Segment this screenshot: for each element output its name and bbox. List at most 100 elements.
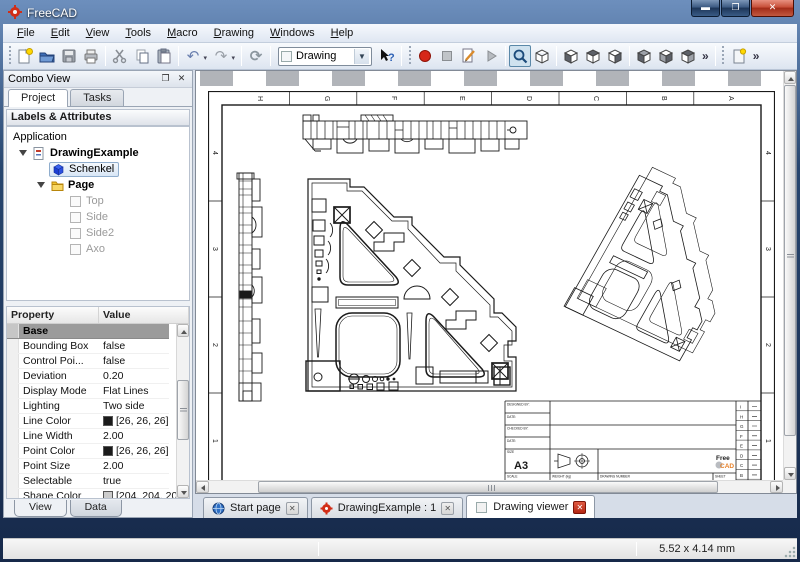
property-row[interactable]: Line Color[26, 26, 26] [7, 414, 169, 429]
close-tab-icon[interactable]: ✕ [573, 501, 586, 514]
macro-stop-button[interactable] [436, 45, 458, 67]
toolbar-handle[interactable] [7, 46, 12, 66]
property-editor: Property Value Base Bounding Boxfalse Co… [6, 306, 190, 499]
scroll-right-button[interactable] [770, 481, 783, 493]
open-document-button[interactable] [36, 45, 58, 67]
property-scrollbar[interactable] [176, 324, 189, 498]
property-row[interactable]: Bounding Boxfalse [7, 339, 169, 354]
toolbar-overflow-chevron[interactable]: » [699, 49, 712, 63]
property-row[interactable]: Point Color[26, 26, 26] [7, 444, 169, 459]
tab-data[interactable]: Data [70, 500, 122, 517]
property-row[interactable]: LightingTwo side [7, 399, 169, 414]
whats-this-button[interactable]: ? [376, 45, 398, 67]
macro-run-button[interactable] [480, 45, 502, 67]
tree-item-axo[interactable]: Axo [7, 241, 189, 257]
expander-icon[interactable] [19, 150, 27, 156]
property-row[interactable]: Shape Color[204, 204, 204] [7, 489, 169, 499]
combo-dropdown-arrow[interactable]: ▼ [354, 49, 369, 64]
view-right-button[interactable] [604, 45, 626, 67]
view-bottom-button[interactable] [655, 45, 677, 67]
toolbar-handle-macro[interactable] [407, 46, 412, 66]
scroll-down-button[interactable] [177, 485, 189, 498]
scroll-up-button[interactable] [784, 71, 796, 84]
property-row[interactable]: Point Size2.00 [7, 459, 169, 474]
print-button[interactable] [80, 45, 102, 67]
scroll-thumb[interactable] [177, 380, 189, 440]
dock-title-bar[interactable]: Combo View ❐ ✕ [4, 71, 192, 88]
tree-item-drawingexample[interactable]: DrawingExample [7, 145, 189, 161]
tab-start-page[interactable]: Start page ✕ [203, 497, 308, 518]
workbench-selector[interactable]: Drawing ▼ [278, 47, 372, 66]
drawing-viewer[interactable]: H G F E D C B A H G F E [195, 70, 797, 494]
tree-item-schenkel[interactable]: Schenkel [7, 161, 189, 177]
scroll-down-button[interactable] [784, 467, 796, 480]
close-tab-icon[interactable]: ✕ [286, 502, 299, 515]
tab-tasks[interactable]: Tasks [70, 89, 124, 106]
menu-help[interactable]: Help [323, 25, 362, 41]
tree-item-top[interactable]: Top [7, 193, 189, 209]
new-document-button[interactable] [14, 45, 36, 67]
view-left-button[interactable] [677, 45, 699, 67]
macro-record-button[interactable] [414, 45, 436, 67]
menu-edit[interactable]: Edit [43, 25, 78, 41]
tab-view[interactable]: View [14, 500, 67, 517]
property-row[interactable]: Selectabletrue [7, 474, 169, 489]
svg-text:Free: Free [716, 455, 730, 462]
view-front-button[interactable] [560, 45, 582, 67]
save-document-button[interactable] [58, 45, 80, 67]
close-tab-icon[interactable]: ✕ [441, 502, 454, 515]
undo-button[interactable]: ↶▾ [182, 45, 204, 67]
value-column-header[interactable]: Value [99, 307, 189, 323]
property-row[interactable]: Display ModeFlat Lines [7, 384, 169, 399]
tab-drawingexample[interactable]: DrawingExample : 1 ✕ [311, 497, 463, 518]
menu-windows[interactable]: Windows [262, 25, 323, 41]
menu-view[interactable]: View [78, 25, 118, 41]
tree-item-side[interactable]: Side [7, 209, 189, 225]
vertical-scrollbar[interactable] [783, 71, 796, 480]
tab-project[interactable]: Project [8, 89, 68, 107]
svg-text:A: A [727, 96, 734, 101]
vertical-scroll-thumb[interactable] [784, 85, 796, 436]
paste-button[interactable] [153, 45, 175, 67]
resize-grip[interactable] [784, 546, 796, 558]
tree-item-page[interactable]: Page [7, 177, 189, 193]
property-row[interactable]: Deviation0.20 [7, 369, 169, 384]
property-group-base[interactable]: Base [7, 324, 169, 339]
toolbar-handle-drawing[interactable] [721, 46, 726, 66]
property-row[interactable]: Line Width2.00 [7, 429, 169, 444]
combo-view-panel: Combo View ❐ ✕ Project Tasks Labels & At… [3, 70, 193, 518]
macro-edit-button[interactable] [458, 45, 480, 67]
cut-button[interactable] [109, 45, 131, 67]
dock-close-icon[interactable]: ✕ [175, 72, 188, 85]
redo-button[interactable]: ↷▾ [210, 45, 232, 67]
view-axonometric-button[interactable] [531, 45, 553, 67]
minimize-button[interactable]: ▬ [691, 0, 720, 17]
toolbar-overflow-chevron-2[interactable]: » [750, 49, 763, 63]
expander-icon[interactable] [37, 182, 45, 188]
property-column-header[interactable]: Property [7, 307, 99, 323]
title-bar[interactable]: FreeCAD ▬ ❐ ✕ [0, 0, 800, 24]
menu-macro[interactable]: Macro [159, 25, 206, 41]
property-row[interactable]: Control Poi...false [7, 354, 169, 369]
tree-item-side2[interactable]: Side2 [7, 225, 189, 241]
view-top-button[interactable] [582, 45, 604, 67]
maximize-button[interactable]: ❐ [721, 0, 750, 17]
new-drawing-page-button[interactable] [728, 45, 750, 67]
scroll-left-button[interactable] [196, 481, 209, 493]
menu-drawing[interactable]: Drawing [206, 25, 262, 41]
tree-root-application[interactable]: Application [7, 129, 189, 145]
dock-bottom-tabs: View Data [4, 500, 192, 517]
save-icon [60, 47, 78, 65]
menu-tools[interactable]: Tools [117, 25, 159, 41]
fit-all-button[interactable] [509, 45, 531, 67]
scroll-up-button[interactable] [177, 324, 189, 337]
close-button[interactable]: ✕ [751, 0, 794, 17]
view-rear-button[interactable] [633, 45, 655, 67]
copy-button[interactable] [131, 45, 153, 67]
horizontal-scroll-thumb[interactable] [258, 481, 718, 493]
tab-drawing-viewer[interactable]: Drawing viewer ✕ [466, 495, 595, 518]
horizontal-scrollbar[interactable] [196, 480, 783, 493]
dock-float-icon[interactable]: ❐ [159, 72, 172, 85]
menu-file[interactable]: File [9, 25, 43, 41]
refresh-button[interactable]: ⟳ [245, 45, 267, 67]
